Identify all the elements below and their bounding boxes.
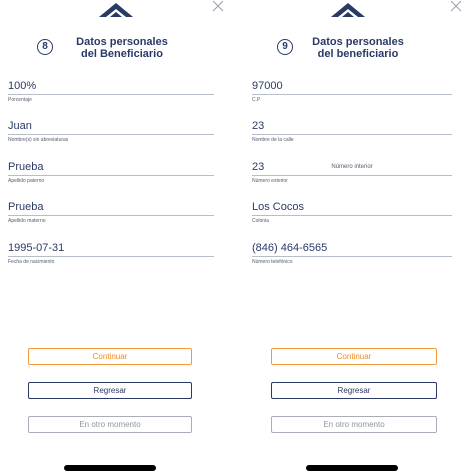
neighborhood-value[interactable]: Los Cocos	[252, 201, 452, 214]
phone-label: Número telefónico	[252, 259, 293, 265]
maternal-surname-field[interactable]: Prueba Apellido materno	[8, 201, 214, 224]
first-name-value[interactable]: Juan	[8, 120, 214, 133]
field-underline	[8, 94, 214, 95]
field-underline	[252, 256, 452, 257]
phone-field[interactable]: (846) 464-6565 Número telefónico	[252, 242, 452, 265]
interior-number-placeholder[interactable]: Número interior	[252, 161, 452, 174]
step-number: 8	[37, 39, 53, 55]
screen-step-8: 8 Datos personales del Beneficiario 100%…	[0, 0, 232, 471]
interior-number-field[interactable]: Número interior	[252, 161, 452, 176]
home-indicator	[64, 465, 156, 471]
birth-date-field[interactable]: 1995-07-31 Fecha de nacimiento	[8, 242, 214, 265]
percentage-value[interactable]: 100%	[8, 80, 214, 93]
step-number: 9	[277, 39, 293, 55]
postal-code-label: C.P	[252, 97, 261, 103]
logo-icon	[331, 3, 365, 17]
postal-code-field[interactable]: 97000 C.P	[252, 80, 452, 103]
street-name-value[interactable]: 23	[252, 120, 452, 133]
field-underline	[8, 175, 214, 176]
street-name-label: Nombre de la calle	[252, 137, 294, 143]
paternal-surname-field[interactable]: Prueba Apellido paterno	[8, 161, 214, 184]
later-button[interactable]: En otro momento	[28, 416, 192, 433]
neighborhood-field[interactable]: Los Cocos Colonia	[252, 201, 452, 224]
logo-icon	[99, 3, 133, 17]
section-header: 8 Datos personales del Beneficiario	[0, 34, 232, 66]
field-underline	[252, 134, 452, 135]
field-underline	[8, 215, 214, 216]
birth-date-label: Fecha de nacimiento	[8, 259, 55, 265]
percentage-label: Porcentaje	[8, 97, 32, 103]
neighborhood-label: Colonia	[252, 218, 269, 224]
exterior-number-label: Número exterior	[252, 178, 288, 184]
section-header: 9 Datos personales del beneficiario	[232, 34, 464, 66]
phone-value[interactable]: (846) 464-6565	[252, 242, 452, 255]
field-underline	[8, 256, 214, 257]
postal-code-value[interactable]: 97000	[252, 80, 452, 93]
maternal-surname-value[interactable]: Prueba	[8, 201, 214, 214]
field-underline	[252, 94, 452, 95]
paternal-surname-label: Apellido paterno	[8, 178, 45, 184]
maternal-surname-label: Apellido materno	[8, 218, 46, 224]
continue-button[interactable]: Continuar	[271, 348, 437, 365]
back-button[interactable]: Regresar	[28, 382, 192, 399]
back-button[interactable]: Regresar	[271, 382, 437, 399]
screen-step-9: 9 Datos personales del beneficiario 9700…	[232, 0, 464, 471]
field-underline	[8, 134, 214, 135]
later-button[interactable]: En otro momento	[271, 416, 437, 433]
percentage-field[interactable]: 100% Porcentaje	[8, 80, 214, 103]
field-underline	[252, 175, 452, 176]
paternal-surname-value[interactable]: Prueba	[8, 161, 214, 174]
close-icon[interactable]	[212, 0, 224, 12]
street-name-field[interactable]: 23 Nombre de la calle	[252, 120, 452, 143]
field-underline	[252, 215, 452, 216]
first-name-label: Nombre(s) sin abreviaturas	[8, 137, 69, 143]
continue-button[interactable]: Continuar	[28, 348, 192, 365]
page-title: Datos personales del beneficiario	[312, 36, 404, 60]
birth-date-value[interactable]: 1995-07-31	[8, 242, 214, 255]
page-title: Datos personales del Beneficiario	[76, 36, 168, 60]
close-icon[interactable]	[450, 0, 462, 12]
first-name-field[interactable]: Juan Nombre(s) sin abreviaturas	[8, 120, 214, 143]
home-indicator	[306, 465, 398, 471]
